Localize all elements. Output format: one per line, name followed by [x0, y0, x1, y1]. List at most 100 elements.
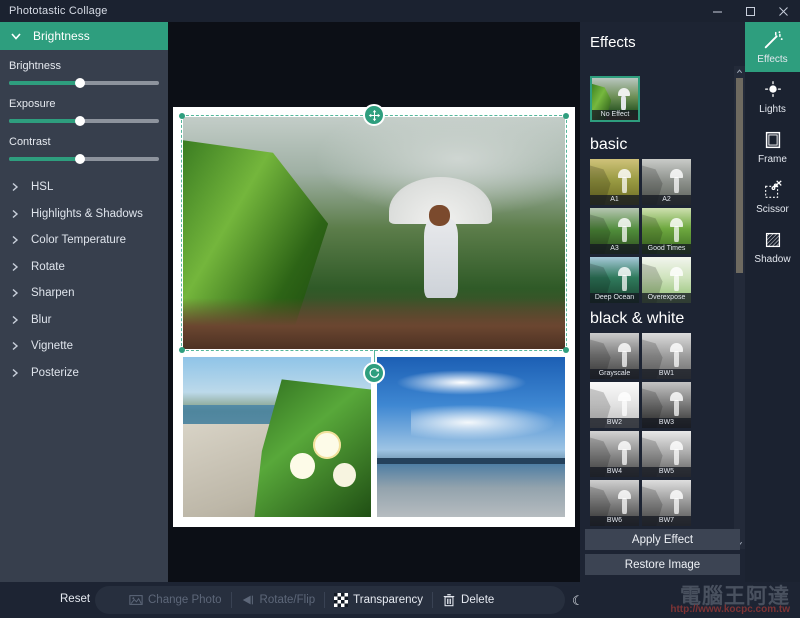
night-mode-icon[interactable]: ☾ [572, 593, 584, 609]
effects-panel: Effects No Effect basic A1 A2 A3 Good Times D… [580, 22, 745, 582]
scroll-up-arrow[interactable] [734, 66, 745, 77]
effect-thumb-grid: GrayscaleBW1BW2BW3BW4BW5BW6BW7BW8 [590, 333, 725, 549]
slider-track-contrast[interactable] [9, 154, 159, 164]
effect-thumb-caption: BW3 [642, 418, 691, 428]
maximize-icon [746, 6, 755, 16]
delete-button[interactable]: Delete [433, 586, 503, 614]
rail-label-lights: Lights [759, 104, 786, 115]
restore-image-button[interactable]: Restore Image [585, 554, 740, 575]
phototastic-collage-window: Phototastic Collage Brightness Brightnes… [0, 0, 800, 618]
menu-item-label: Posterize [31, 366, 79, 379]
menu-item-label: Highlights & Shadows [31, 207, 143, 220]
rotate-flip-label: Rotate/Flip [259, 594, 316, 606]
effect-thumb-caption: A1 [590, 195, 639, 205]
effect-thumb-caption: Grayscale [590, 369, 639, 379]
slider-knob-exposure [74, 116, 85, 126]
menu-item-sharpen[interactable]: Sharpen [0, 280, 168, 307]
canvas-area[interactable] [168, 22, 580, 582]
menu-item-highlights-shadows[interactable]: Highlights & Shadows [0, 201, 168, 228]
no-effect-caption: No Effect [592, 110, 638, 120]
minimize-button[interactable] [701, 0, 734, 22]
slider-label-exposure: Exposure [9, 98, 56, 110]
slider-exposure[interactable]: Exposure [9, 98, 159, 126]
apply-effect-button[interactable]: Apply Effect [585, 529, 740, 550]
slider-group: Brightness Exposure Contrast [0, 50, 168, 164]
menu-item-label: Blur [31, 313, 52, 326]
shadow-icon [765, 232, 780, 248]
effect-thumb-bw4[interactable]: BW4 [590, 431, 639, 477]
menu-item-vignette[interactable]: Vignette [0, 333, 168, 360]
menu-item-label: Vignette [31, 340, 73, 353]
rail-item-effects[interactable]: Effects [745, 22, 800, 72]
menu-item-label: Rotate [31, 260, 65, 273]
photo-bottom-left-image [183, 357, 371, 517]
chevron-right-icon [12, 209, 19, 218]
photo-bottom-left[interactable] [183, 357, 371, 517]
effect-thumb-deep-ocean[interactable]: Deep Ocean [590, 257, 639, 303]
effect-thumb-bw2[interactable]: BW2 [590, 382, 639, 428]
rail-item-lights[interactable]: Lights [745, 72, 800, 122]
chevron-right-icon [12, 262, 19, 271]
effect-thumb-bw1[interactable]: BW1 [642, 333, 691, 379]
slider-label-brightness: Brightness [9, 60, 61, 72]
change-photo-label: Change Photo [148, 594, 222, 606]
scissor-icon [764, 180, 782, 198]
reset-button[interactable]: Reset [60, 593, 90, 605]
adjustments-panel: Brightness Brightness Exposure Contrast [0, 22, 168, 582]
rotate-flip-button[interactable]: Rotate/Flip [232, 586, 325, 614]
effects-scrollbar[interactable] [734, 66, 745, 549]
rail-item-shadow[interactable]: Shadow [745, 222, 800, 272]
slider-fill-brightness [9, 81, 80, 85]
effect-thumb-caption: A2 [642, 195, 691, 205]
effect-thumb-bw6[interactable]: BW6 [590, 480, 639, 526]
slider-track-exposure[interactable] [9, 116, 159, 126]
rail-item-frame[interactable]: Frame [745, 122, 800, 172]
chevron-right-icon [12, 183, 19, 192]
effect-thumb-bw5[interactable]: BW5 [642, 431, 691, 477]
slider-track-brightness[interactable] [9, 78, 159, 88]
effects-scroll-region[interactable]: No Effect basic A1 A2 A3 Good Times Deep Ocea… [580, 66, 745, 549]
change-photo-button[interactable]: Change Photo [120, 586, 231, 614]
rail-label-shadow: Shadow [754, 254, 791, 265]
transparency-button[interactable]: Transparency [325, 586, 432, 614]
effect-thumb-overexpose[interactable]: Overexpose [642, 257, 691, 303]
effect-thumb-grid: A1 A2 A3 Good Times Deep Ocean Overexpose [590, 159, 725, 303]
chevron-right-icon [12, 315, 19, 324]
effect-thumb-good-times[interactable]: Good Times [642, 208, 691, 254]
tool-row: Change Photo Rotate/Flip Transparency De… [120, 586, 503, 614]
menu-item-posterize[interactable]: Posterize [0, 360, 168, 387]
flip-icon [242, 595, 253, 605]
effect-thumb-a1[interactable]: A1 [590, 159, 639, 205]
effect-thumb-bw3[interactable]: BW3 [642, 382, 691, 428]
effects-action-buttons: Apply Effect Restore Image [585, 529, 740, 579]
section-header-brightness[interactable]: Brightness [0, 22, 168, 50]
window-title: Phototastic Collage [9, 5, 108, 17]
photo-bottom-right[interactable] [377, 357, 565, 517]
effect-thumb-a3[interactable]: A3 [590, 208, 639, 254]
effect-thumb-a2[interactable]: A2 [642, 159, 691, 205]
effects-scrollbar-thumb[interactable] [736, 78, 743, 273]
effect-thumb-caption: BW7 [642, 516, 691, 526]
slider-knob-contrast [74, 154, 85, 164]
slider-fill-exposure [9, 119, 80, 123]
menu-item-rotate[interactable]: Rotate [0, 254, 168, 281]
slider-contrast[interactable]: Contrast [9, 136, 159, 164]
effect-thumb-bw7[interactable]: BW7 [642, 480, 691, 526]
menu-item-blur[interactable]: Blur [0, 307, 168, 334]
effect-thumb-no-effect[interactable]: No Effect [590, 76, 640, 122]
effect-group-title: black & white [590, 310, 685, 327]
menu-item-hsl[interactable]: HSL [0, 174, 168, 201]
frame-icon [765, 131, 780, 149]
slider-brightness[interactable]: Brightness [9, 60, 159, 88]
collage-board[interactable] [173, 104, 575, 527]
maximize-button[interactable] [734, 0, 767, 22]
watermark: 電腦王阿達 http://www.kocpc.com.tw [581, 580, 796, 616]
menu-item-label: Color Temperature [31, 234, 127, 247]
close-button[interactable] [767, 0, 800, 22]
effect-thumb-grayscale[interactable]: Grayscale [590, 333, 639, 379]
photo-top[interactable] [183, 117, 565, 349]
rail-item-scissor[interactable]: Scissor [745, 172, 800, 222]
effect-thumb-caption: BW4 [590, 467, 639, 477]
trash-icon [443, 594, 455, 607]
menu-item-color-temperature[interactable]: Color Temperature [0, 227, 168, 254]
